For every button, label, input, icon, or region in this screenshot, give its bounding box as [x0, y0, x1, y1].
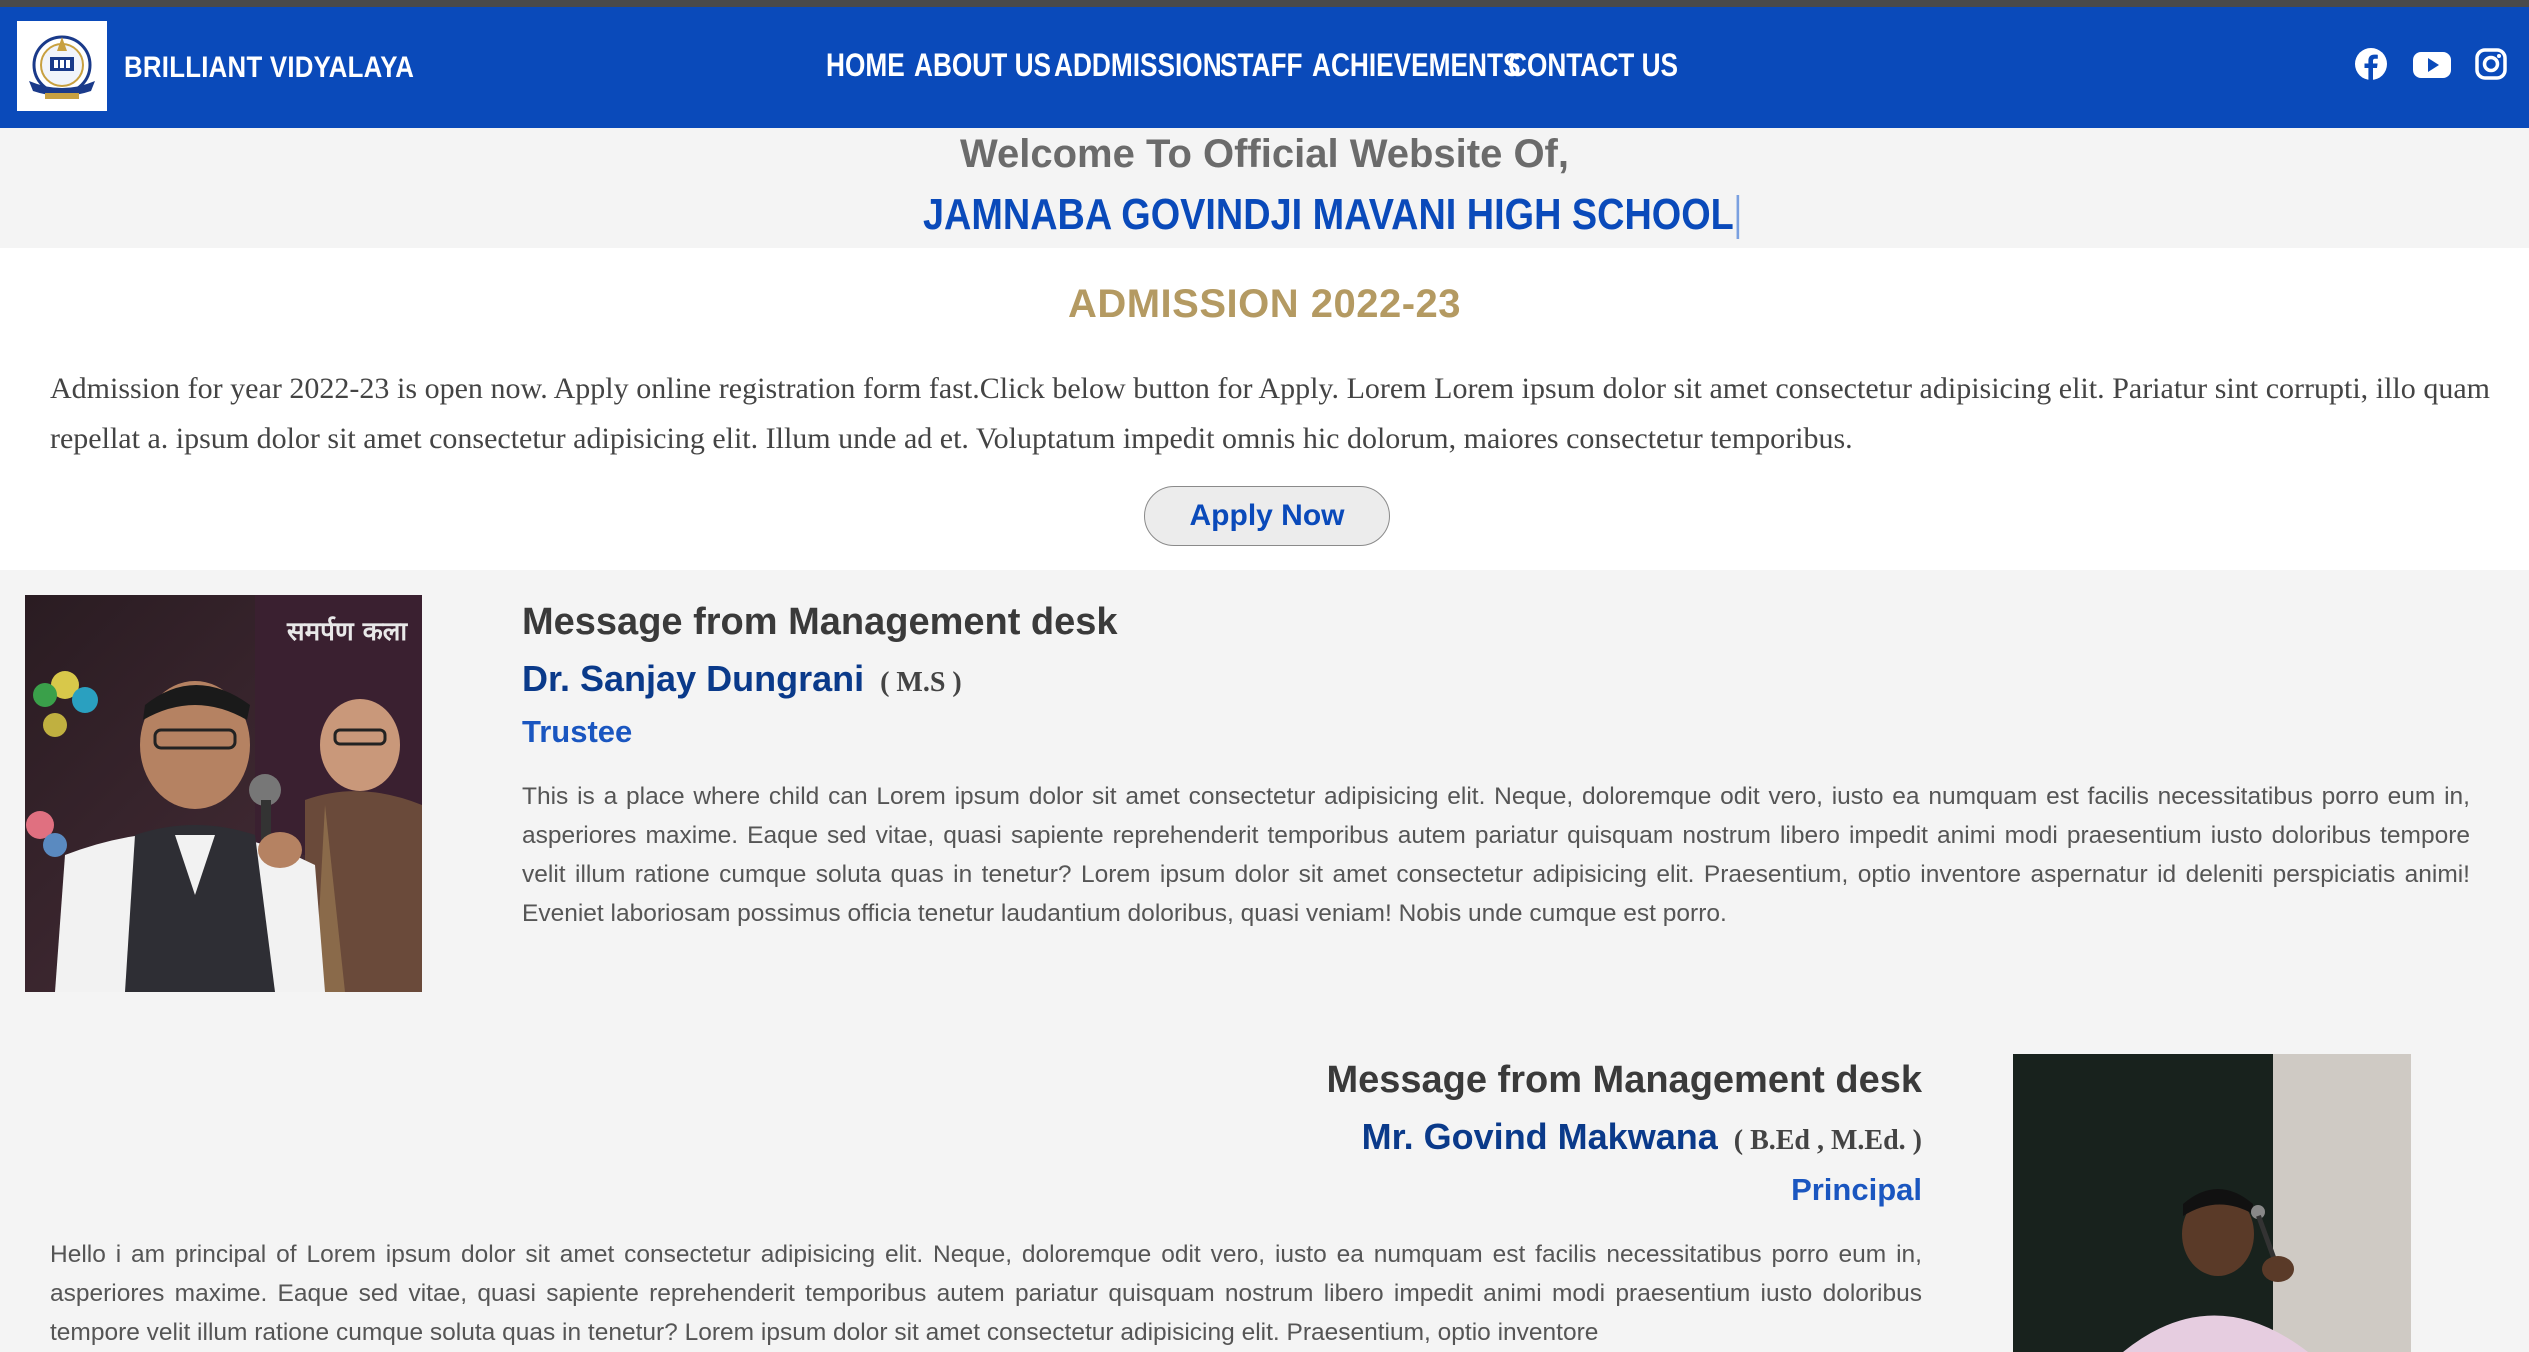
message2-heading: Message from Management desk: [1326, 1059, 1922, 1101]
nav-staff[interactable]: STAFF: [1220, 47, 1305, 84]
message2-name-line: Mr. Govind Makwana ( B.Ed , M.Ed. ): [1362, 1116, 1922, 1158]
main-nav: HOME ABOUT US ADDMISSION STAFF ACHIEVEME…: [826, 47, 1678, 84]
trustee-photo: समर्पण कला: [25, 595, 422, 992]
message1-body: This is a place where child can Lorem ip…: [522, 783, 2470, 927]
apply-now-button[interactable]: Apply Now: [1144, 486, 1390, 546]
message1-qualification: ( M.S ): [880, 667, 962, 698]
nav-about-us[interactable]: ABOUT US: [914, 47, 1051, 84]
brand-name[interactable]: BRILLIANT VIDYALAYA: [124, 51, 414, 85]
message2-qualification: ( B.Ed , M.Ed. ): [1733, 1125, 1922, 1156]
facebook-icon[interactable]: [2354, 47, 2388, 81]
nav-contact-us[interactable]: CONTACT US: [1508, 47, 1678, 84]
message2-name: Mr. Govind Makwana: [1361, 1116, 1718, 1157]
admission-text: Admission for year 2022-23 is open now. …: [50, 372, 2490, 455]
typing-cursor: [1736, 195, 1739, 240]
admission-title: ADMISSION 2022-23: [1067, 282, 1462, 326]
school-crest-logo-icon: [29, 35, 95, 99]
principal-photo: [2013, 1054, 2411, 1352]
message2-body: Hello i am principal of Lorem ipsum dolo…: [50, 1241, 1922, 1346]
nav-home[interactable]: HOME: [826, 47, 908, 84]
message1-role: Trustee: [522, 714, 633, 749]
welcome-heading: Welcome To Official Website Of,: [959, 132, 1569, 176]
school-logo[interactable]: [17, 21, 107, 111]
youtube-icon[interactable]: [2412, 47, 2452, 81]
message1-heading: Message from Management desk: [522, 601, 1118, 643]
top-border: [0, 0, 2529, 7]
nav-achievements[interactable]: ACHIEVEMENTS: [1312, 47, 1520, 84]
navbar: BRILLIANT VIDYALAYA HOME ABOUT US ADDMIS…: [0, 7, 2529, 128]
nav-admission[interactable]: ADDMISSION: [1054, 47, 1222, 84]
photo-banner-text: समर्पण कला: [286, 616, 408, 647]
school-name-text: JAMNABA GOVINDJI MAVANI HIGH SCHOOL: [923, 190, 1734, 239]
message2-role: Principal: [1791, 1172, 1922, 1207]
school-name-heading: JAMNABA GOVINDJI MAVANI HIGH SCHOOL: [923, 190, 1739, 240]
message1-name-line: Dr. Sanjay Dungrani ( M.S ): [522, 658, 962, 700]
message1-name: Dr. Sanjay Dungrani: [522, 658, 865, 699]
instagram-icon[interactable]: [2474, 47, 2508, 81]
